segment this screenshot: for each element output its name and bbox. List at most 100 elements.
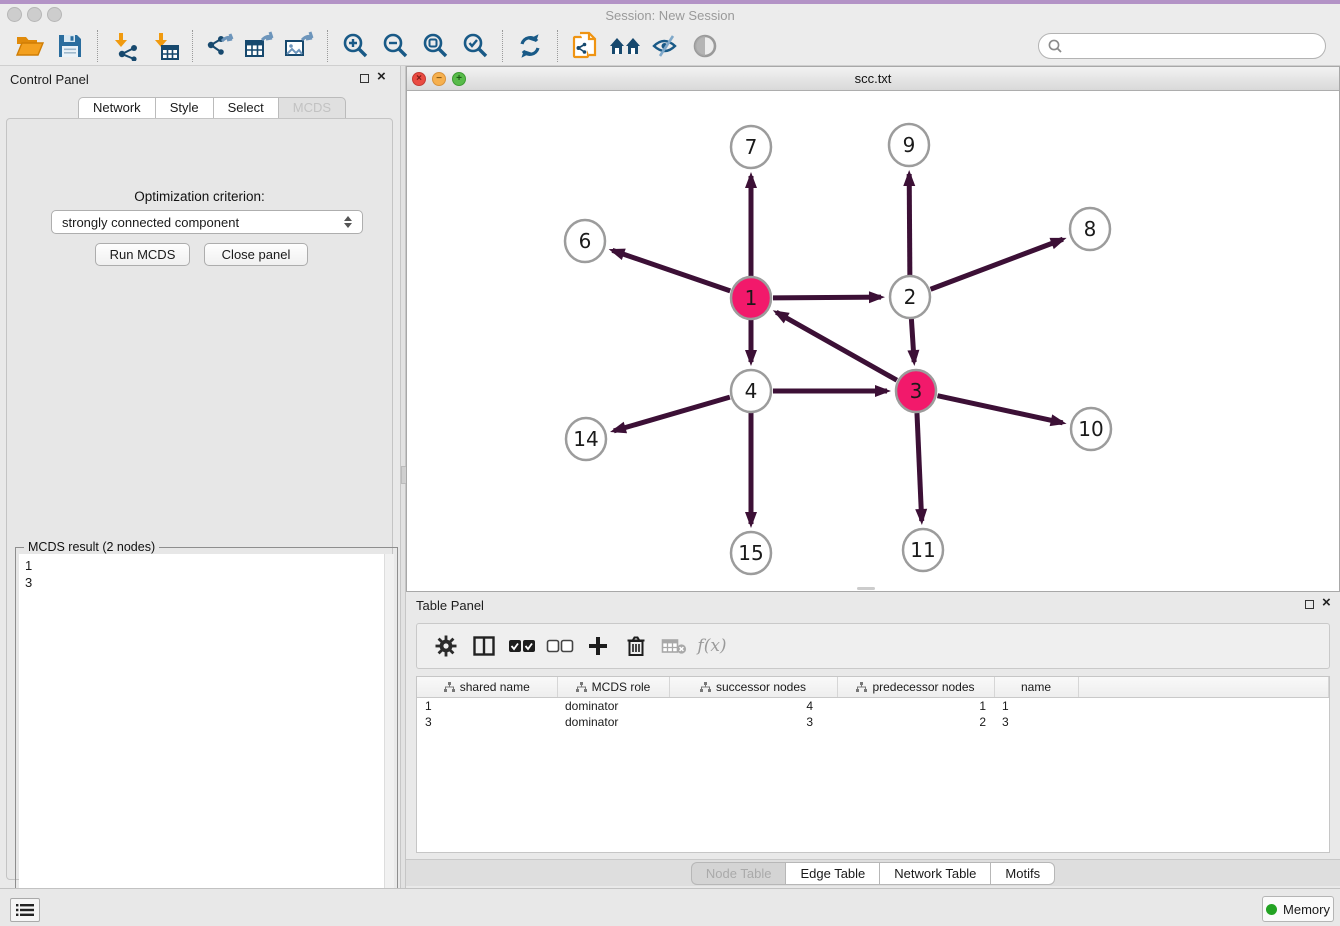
table-row[interactable]: 1 dominator 4 1 1 xyxy=(417,698,1329,715)
import-network-icon[interactable] xyxy=(105,29,145,63)
search-input[interactable] xyxy=(1063,37,1317,54)
home-pair-icon[interactable] xyxy=(605,29,645,63)
graph-edge-1-6[interactable] xyxy=(612,250,730,290)
cell-predecessor-nodes[interactable]: 2 xyxy=(837,714,994,730)
close-panel-icon[interactable]: × xyxy=(377,69,386,85)
function-builder-icon[interactable]: f(x) xyxy=(693,629,731,663)
toolbar-separator xyxy=(192,30,193,62)
cell-shared-name[interactable]: 1 xyxy=(417,698,557,715)
open-file-icon[interactable] xyxy=(10,29,50,63)
deselect-all-icon[interactable] xyxy=(541,629,579,663)
graph-node-6[interactable]: 6 xyxy=(565,220,605,262)
graph-edge-2-3[interactable] xyxy=(911,319,914,362)
tab-mcds[interactable]: MCDS xyxy=(278,97,346,119)
mcds-result-text[interactable]: 1 3 xyxy=(19,554,385,926)
graph-node-3[interactable]: 3 xyxy=(896,370,936,412)
graph-edge-3-10[interactable] xyxy=(937,396,1062,423)
control-panel-tabs: Network Style Select MCDS xyxy=(78,97,346,119)
float-table-panel-icon[interactable] xyxy=(1305,600,1314,609)
graph-edge-2-8[interactable] xyxy=(931,239,1063,289)
graph-node-8[interactable]: 8 xyxy=(1070,208,1110,250)
import-table-icon[interactable] xyxy=(145,29,185,63)
lens-icon[interactable] xyxy=(685,29,725,63)
tab-style[interactable]: Style xyxy=(155,97,213,119)
export-table-icon[interactable] xyxy=(240,29,280,63)
column-header-mcds-role[interactable]: MCDS role xyxy=(557,677,669,698)
run-mcds-button[interactable]: Run MCDS xyxy=(95,243,190,266)
tab-motifs[interactable]: Motifs xyxy=(990,862,1055,885)
tab-select[interactable]: Select xyxy=(213,97,278,119)
copy-network-icon[interactable] xyxy=(565,29,605,63)
network-canvas[interactable]: 7 9 6 8 1 2 4 3 14 10 15 11 xyxy=(407,91,1339,591)
close-panel-button[interactable]: Close panel xyxy=(204,243,308,266)
table-row[interactable]: 3 dominator 3 2 3 xyxy=(417,714,1329,730)
save-session-icon[interactable] xyxy=(50,29,90,63)
network-view-window: × − + scc.txt 7 9 6 8 1 2 4 3 14 10 15 11 xyxy=(406,66,1340,592)
tab-network[interactable]: Network xyxy=(78,97,155,119)
apply-layout-icon[interactable] xyxy=(510,29,550,63)
cell-name[interactable]: 3 xyxy=(994,714,1078,730)
graph-node-2[interactable]: 2 xyxy=(890,276,930,318)
network-view-title: scc.txt xyxy=(407,71,1339,86)
column-header-name[interactable]: name xyxy=(994,677,1078,698)
show-panels-menu-button[interactable] xyxy=(10,898,40,922)
list-icon xyxy=(16,903,34,917)
graph-edge-3-11[interactable] xyxy=(917,413,922,521)
network-view-titlebar[interactable]: × − + scc.txt xyxy=(407,67,1339,91)
svg-text:15: 15 xyxy=(738,541,763,565)
graph-edge-2-9[interactable] xyxy=(909,174,910,275)
column-header-successor-nodes[interactable]: successor nodes xyxy=(669,677,837,698)
tab-edge-table[interactable]: Edge Table xyxy=(785,862,879,885)
tab-node-table[interactable]: Node Table xyxy=(691,862,786,885)
graph-node-4[interactable]: 4 xyxy=(731,370,771,412)
export-network-icon[interactable] xyxy=(200,29,240,63)
memory-button[interactable]: Memory xyxy=(1262,896,1334,922)
titlebar: Session: New Session xyxy=(0,4,1340,26)
graph-node-9[interactable]: 9 xyxy=(889,124,929,166)
columns-icon[interactable] xyxy=(465,629,503,663)
cell-name[interactable]: 1 xyxy=(994,698,1078,715)
hide-panel-icon[interactable] xyxy=(645,29,685,63)
memory-label: Memory xyxy=(1283,902,1330,917)
search-box[interactable] xyxy=(1038,33,1326,59)
zoom-selected-icon[interactable] xyxy=(455,29,495,63)
graph-node-7[interactable]: 7 xyxy=(731,126,771,168)
cell-mcds-role[interactable]: dominator xyxy=(557,714,669,730)
tab-network-table[interactable]: Network Table xyxy=(879,862,990,885)
close-table-panel-icon[interactable]: × xyxy=(1322,595,1331,611)
graph-edge-1-2[interactable] xyxy=(773,297,881,298)
zoom-out-icon[interactable] xyxy=(375,29,415,63)
cell-successor-nodes[interactable]: 4 xyxy=(669,698,837,715)
graph-node-1[interactable]: 1 xyxy=(731,277,771,319)
zoom-in-icon[interactable] xyxy=(335,29,375,63)
graph-edge-4-14[interactable] xyxy=(614,397,730,431)
hierarchy-icon xyxy=(576,682,587,692)
export-image-icon[interactable] xyxy=(280,29,320,63)
select-all-icon[interactable] xyxy=(503,629,541,663)
column-header-shared-name[interactable]: shared name xyxy=(417,677,557,698)
hierarchy-icon xyxy=(444,682,455,692)
column-label: MCDS role xyxy=(592,680,651,694)
add-column-icon[interactable] xyxy=(579,629,617,663)
graph-node-15[interactable]: 15 xyxy=(731,532,771,574)
graph-node-14[interactable]: 14 xyxy=(566,418,606,460)
graph-edge-3-1[interactable] xyxy=(776,312,897,380)
float-panel-icon[interactable] xyxy=(360,74,369,83)
column-label: shared name xyxy=(460,680,530,694)
cell-predecessor-nodes[interactable]: 1 xyxy=(837,698,994,715)
gear-icon[interactable] xyxy=(427,629,465,663)
chevron-updown-icon xyxy=(344,216,352,228)
graph-node-10[interactable]: 10 xyxy=(1071,408,1111,450)
cell-mcds-role[interactable]: dominator xyxy=(557,698,669,715)
cell-successor-nodes[interactable]: 3 xyxy=(669,714,837,730)
result-scrollbar[interactable] xyxy=(384,554,394,926)
criterion-dropdown[interactable]: strongly connected component xyxy=(51,210,363,234)
graph-node-11[interactable]: 11 xyxy=(903,529,943,571)
zoom-fit-icon[interactable] xyxy=(415,29,455,63)
delete-table-icon[interactable] xyxy=(655,629,693,663)
column-header-predecessor-nodes[interactable]: predecessor nodes xyxy=(837,677,994,698)
cell-shared-name[interactable]: 3 xyxy=(417,714,557,730)
hierarchy-icon xyxy=(856,682,867,692)
delete-column-icon[interactable] xyxy=(617,629,655,663)
network-bottom-grip[interactable] xyxy=(857,587,875,590)
